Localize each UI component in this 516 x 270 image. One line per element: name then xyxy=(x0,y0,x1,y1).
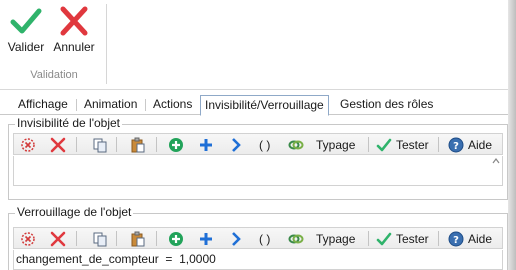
tab-separator xyxy=(145,99,146,111)
svg-text:?: ? xyxy=(453,141,459,152)
delete-icon xyxy=(50,231,66,246)
toolbar-separator xyxy=(368,137,369,152)
plus-icon xyxy=(200,232,212,245)
paste-icon xyxy=(131,231,145,246)
link-icon xyxy=(288,140,304,149)
tester-label: Tester xyxy=(396,137,429,152)
link-icon xyxy=(288,234,304,243)
ribbon: Valider Annuler Validation xyxy=(0,0,516,90)
tab-animation[interactable]: Animation xyxy=(80,95,141,115)
validate-label: Valider xyxy=(7,40,45,54)
aide-label: Aide xyxy=(468,231,493,246)
tab-bar: Affichage Animation Actions Invisibilité… xyxy=(0,95,508,116)
tester-label: Tester xyxy=(396,231,429,246)
cancel-label: Annuler xyxy=(53,40,95,54)
toolbar-separator xyxy=(156,231,157,246)
svg-text:?: ? xyxy=(453,235,459,246)
chevron-right-icon xyxy=(232,231,241,246)
lock-toolbar: ( ) Typage Tester ? Aide xyxy=(13,227,503,249)
aide-button[interactable]: ? Aide xyxy=(448,229,492,248)
close-icon xyxy=(60,6,88,36)
add-condition-button[interactable] xyxy=(168,229,184,248)
cancel-button[interactable]: Annuler xyxy=(52,2,96,58)
clear-icon xyxy=(21,137,35,152)
paste-button[interactable] xyxy=(130,229,146,248)
typage-button[interactable]: Typage xyxy=(316,135,355,154)
lock-title: Verrouillage de l'objet xyxy=(15,205,134,219)
window-edge xyxy=(508,0,516,270)
parentheses-label: ( ) xyxy=(259,231,271,246)
aide-label: Aide xyxy=(468,137,493,152)
ribbon-separator xyxy=(106,4,107,84)
typage-label: Typage xyxy=(316,231,356,246)
copy-button[interactable] xyxy=(92,135,108,154)
parentheses-button[interactable]: ( ) xyxy=(259,229,270,248)
aide-button[interactable]: ? Aide xyxy=(448,135,492,154)
scroll-up-icon[interactable] xyxy=(492,158,500,164)
invisibility-title: Invisibilité de l'objet xyxy=(15,116,123,130)
delete-icon xyxy=(50,137,66,152)
copy-icon xyxy=(93,138,107,152)
delete-button[interactable] xyxy=(50,229,66,248)
invisibility-toolbar: ( ) Typage Tester ? Aide xyxy=(13,133,503,155)
plus-circle-icon xyxy=(169,137,183,152)
clear-icon xyxy=(21,231,35,246)
plus-operator-button[interactable] xyxy=(198,229,214,248)
toolbar-separator xyxy=(438,231,439,246)
greater-operator-button[interactable] xyxy=(228,135,244,154)
help-icon: ? xyxy=(448,137,464,152)
check-icon xyxy=(376,138,392,151)
paste-icon xyxy=(131,137,145,152)
toolbar-separator xyxy=(116,231,117,246)
link-button[interactable] xyxy=(288,229,304,248)
typage-button[interactable]: Typage xyxy=(316,229,355,248)
plus-icon xyxy=(200,138,212,151)
tab-separator xyxy=(76,99,77,111)
help-icon: ? xyxy=(448,231,464,246)
toolbar-separator xyxy=(438,137,439,152)
delete-button[interactable] xyxy=(50,135,66,154)
paste-button[interactable] xyxy=(130,135,146,154)
greater-operator-button[interactable] xyxy=(228,229,244,248)
toolbar-separator xyxy=(76,137,77,152)
tab-actions[interactable]: Actions xyxy=(149,95,196,115)
invisibility-editor[interactable] xyxy=(13,156,503,186)
typage-label: Typage xyxy=(316,137,356,152)
plus-circle-icon xyxy=(169,231,183,246)
copy-icon xyxy=(93,232,107,246)
link-button[interactable] xyxy=(288,135,304,154)
parentheses-button[interactable]: ( ) xyxy=(259,135,270,154)
group-label: Validation xyxy=(30,69,78,81)
checkmark-icon xyxy=(10,8,42,34)
toolbar-separator xyxy=(76,231,77,246)
add-condition-button[interactable] xyxy=(168,135,184,154)
invisibility-section: Invisibilité de l'objet () Typage Teste… xyxy=(8,116,508,200)
lock-content: changement_de_compteur = 1,0000 xyxy=(16,252,216,266)
tab-gestion-roles[interactable]: Gestion des rôles xyxy=(336,95,437,115)
toolbar-separator xyxy=(116,137,117,152)
lock-editor[interactable]: changement_de_compteur = 1,0000 xyxy=(13,250,503,270)
toolbar-separator xyxy=(368,231,369,246)
tester-button[interactable]: Tester xyxy=(376,229,429,248)
plus-operator-button[interactable] xyxy=(198,135,214,154)
tab-affichage[interactable]: Affichage xyxy=(14,95,72,115)
parentheses-label: ( ) xyxy=(259,137,271,152)
toolbar-separator xyxy=(156,137,157,152)
clear-button[interactable] xyxy=(20,229,36,248)
validate-button[interactable]: Valider xyxy=(4,2,48,58)
lock-section: Verrouillage de l'objet () Typage Teste… xyxy=(8,205,508,270)
copy-button[interactable] xyxy=(92,229,108,248)
chevron-right-icon xyxy=(232,137,241,152)
check-icon xyxy=(376,232,392,245)
tester-button[interactable]: Tester xyxy=(376,135,429,154)
validation-group: Valider Annuler Validation xyxy=(2,0,106,90)
tab-invisibilite-verrouillage[interactable]: Invisibilité/Verrouillage xyxy=(200,95,329,116)
clear-button[interactable] xyxy=(20,135,36,154)
